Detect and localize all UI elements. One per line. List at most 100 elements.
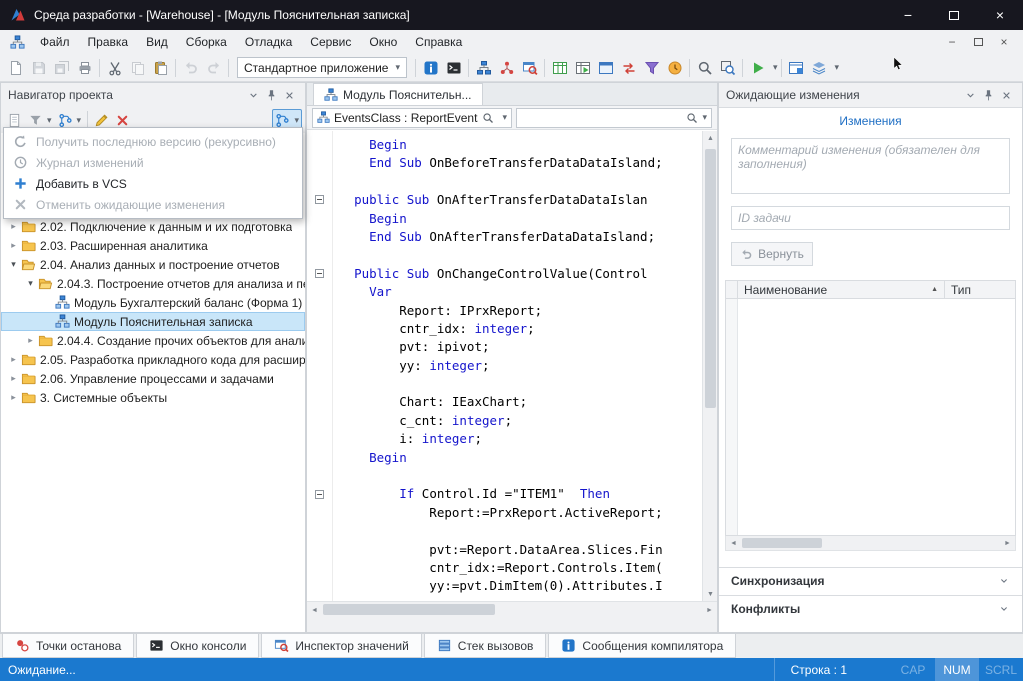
clock-orange-button[interactable] xyxy=(663,56,686,79)
pin-icon[interactable] xyxy=(262,86,280,104)
search-button[interactable] xyxy=(693,56,716,79)
tree-button[interactable] xyxy=(472,56,495,79)
editor-tab[interactable]: Модуль Пояснительн... xyxy=(313,83,483,105)
tree-item[interactable]: ▸2.03. Расширенная аналитика xyxy=(1,236,305,255)
save-all-button[interactable] xyxy=(50,56,73,79)
context-menu-item-3[interactable]: Добавить в VCS xyxy=(4,173,302,194)
application-combo[interactable]: Стандартное приложение▾ xyxy=(237,57,407,78)
vscroll-thumb[interactable] xyxy=(705,149,716,408)
hscroll-thumb[interactable] xyxy=(742,538,822,548)
menu-5[interactable]: Отладка xyxy=(236,35,301,49)
chevron-down-icon[interactable]: ▾ xyxy=(773,62,778,73)
column-type[interactable]: Тип xyxy=(945,281,1015,298)
changes-table-body[interactable] xyxy=(725,299,1016,536)
tree-item[interactable]: Модуль Бухгалтерский баланс (Форма 1) xyxy=(1,293,305,312)
toggle-num[interactable]: NUM xyxy=(935,658,979,681)
tree-item[interactable]: ▾2.04.3. Построение отчетов для анализа … xyxy=(1,274,305,293)
dock-tab-stack[interactable]: Стек вызовов xyxy=(424,634,547,658)
window-frame-button[interactable] xyxy=(594,56,617,79)
fold-collapse-icon[interactable] xyxy=(315,195,324,204)
tree-item[interactable]: Модуль Пояснительная записка xyxy=(1,312,305,331)
editor-vertical-scrollbar[interactable]: ▲ ▼ xyxy=(702,131,717,601)
play-button[interactable] xyxy=(746,56,769,79)
close-icon[interactable] xyxy=(997,86,1015,104)
editor-search-input[interactable]: ▾ xyxy=(516,108,712,128)
scroll-right-icon[interactable]: ► xyxy=(1000,536,1015,550)
tree-expander-icon[interactable]: ▸ xyxy=(7,221,20,232)
cut-button[interactable] xyxy=(103,56,126,79)
section-sync[interactable]: Синхронизация xyxy=(719,567,1022,594)
changes-link[interactable]: Изменения xyxy=(719,114,1022,128)
grid-run-button[interactable] xyxy=(571,56,594,79)
scroll-left-icon[interactable]: ◄ xyxy=(307,602,322,618)
new-file-button[interactable] xyxy=(4,56,27,79)
funnel-purple-button[interactable] xyxy=(640,56,663,79)
mdi-restore-button[interactable] xyxy=(965,32,991,52)
swap-red-button[interactable] xyxy=(617,56,640,79)
tree-item[interactable]: ▸2.02. Подключение к данным и их подгото… xyxy=(1,217,305,236)
comment-textarea[interactable] xyxy=(731,138,1010,194)
fold-collapse-icon[interactable] xyxy=(315,490,324,499)
tree-expander-icon[interactable]: ▸ xyxy=(7,240,20,251)
scroll-up-icon[interactable]: ▲ xyxy=(703,131,717,145)
tree-item[interactable]: ▸2.05. Разработка прикладного кода для р… xyxy=(1,350,305,369)
tree-item[interactable]: ▸3. Системные объекты xyxy=(1,388,305,407)
undo-button[interactable] xyxy=(179,56,202,79)
pin-icon[interactable] xyxy=(979,86,997,104)
hscroll-thumb[interactable] xyxy=(323,604,495,615)
chevron-down-icon[interactable] xyxy=(961,86,979,104)
print-button[interactable] xyxy=(73,56,96,79)
dock-tab-find-window[interactable]: Инспектор значений xyxy=(261,634,421,658)
fold-collapse-icon[interactable] xyxy=(315,269,324,278)
code-area[interactable]: Begin End Sub OnBeforeTransferDataDataIs… xyxy=(307,131,717,601)
tree-expander-icon[interactable]: ▾ xyxy=(24,278,37,289)
tree-expander-icon[interactable]: ▸ xyxy=(7,373,20,384)
menu-1[interactable]: Файл xyxy=(31,35,79,49)
search-frame-button[interactable] xyxy=(716,56,739,79)
menu-4[interactable]: Сборка xyxy=(177,35,236,49)
window-close-button[interactable]: × xyxy=(977,0,1023,30)
tree-expander-icon[interactable]: ▾ xyxy=(7,259,20,270)
member-combo[interactable]: EventsClass : ReportEvents ▾ xyxy=(312,108,512,128)
tree-expander-icon[interactable]: ▸ xyxy=(7,392,20,403)
menu-2[interactable]: Правка xyxy=(79,35,138,49)
mdi-close-button[interactable]: × xyxy=(991,32,1017,52)
tree-expander-icon[interactable]: ▸ xyxy=(7,354,20,365)
menu-3[interactable]: Вид xyxy=(137,35,177,49)
table-horizontal-scrollbar[interactable]: ◄ ► xyxy=(725,536,1016,551)
paste-button[interactable] xyxy=(149,56,172,79)
chevron-down-icon[interactable]: ▾ xyxy=(835,62,840,73)
info-button[interactable] xyxy=(419,56,442,79)
copy-button[interactable] xyxy=(126,56,149,79)
dock-tab-info[interactable]: Сообщения компилятора xyxy=(548,634,736,658)
editor-horizontal-scrollbar[interactable]: ◄ ► xyxy=(307,601,717,617)
redo-button[interactable] xyxy=(202,56,225,79)
search-icon[interactable] xyxy=(686,112,698,124)
close-icon[interactable] xyxy=(280,86,298,104)
menu-7[interactable]: Окно xyxy=(360,35,406,49)
window-blue-button[interactable] xyxy=(785,56,808,79)
window-maximize-button[interactable] xyxy=(931,0,977,30)
red-cluster-button[interactable] xyxy=(495,56,518,79)
grid-green-button[interactable] xyxy=(548,56,571,79)
scroll-left-icon[interactable]: ◄ xyxy=(726,536,741,550)
scroll-right-icon[interactable]: ► xyxy=(702,602,717,618)
toggle-cap[interactable]: CAP xyxy=(891,658,935,681)
menu-6[interactable]: Сервис xyxy=(301,35,360,49)
find-window-button[interactable] xyxy=(518,56,541,79)
scroll-down-icon[interactable]: ▼ xyxy=(703,587,717,601)
save-button[interactable] xyxy=(27,56,50,79)
tree-item[interactable]: ▾2.04. Анализ данных и построение отчето… xyxy=(1,255,305,274)
column-name[interactable]: Наименование ▲ xyxy=(738,281,945,298)
layers-button[interactable] xyxy=(808,56,831,79)
toggle-scrl[interactable]: SCRL xyxy=(979,658,1023,681)
section-conflicts[interactable]: Конфликты xyxy=(719,595,1022,622)
tree-expander-icon[interactable]: ▸ xyxy=(24,335,37,346)
dock-tab-console[interactable]: Окно консоли xyxy=(136,634,259,658)
console-button[interactable] xyxy=(442,56,465,79)
mdi-minimize-button[interactable]: − xyxy=(939,32,965,52)
tree-item[interactable]: ▸2.04.4. Создание прочих объектов для ан… xyxy=(1,331,305,350)
menu-8[interactable]: Справка xyxy=(406,35,471,49)
tree-item[interactable]: ▸2.06. Управление процессами и задачами xyxy=(1,369,305,388)
revert-button[interactable]: Вернуть xyxy=(731,242,813,266)
